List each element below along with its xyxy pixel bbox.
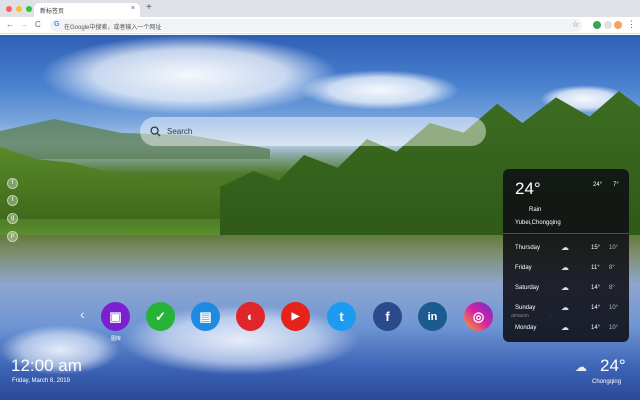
search-icon: [150, 126, 161, 137]
browser-toolbar: ← → C G 在Google中搜索，或者输入一个网址 ☆ ⋮: [0, 17, 640, 34]
app-gallery-button[interactable]: ▣: [101, 302, 130, 331]
extension-icon-2[interactable]: [604, 21, 612, 29]
twitter-icon: t: [339, 309, 344, 324]
forecast-low: 8°: [609, 285, 615, 291]
games-icon: ◐: [246, 309, 255, 324]
search-placeholder: Search: [167, 127, 193, 136]
forecast-low: 10°: [609, 245, 619, 251]
forecast-high: 14°: [591, 285, 601, 291]
app-notes-button[interactable]: ▤: [191, 302, 220, 331]
forecast-row: Saturday ☁ 14° 8°: [503, 283, 629, 297]
divider: [503, 233, 629, 234]
rain-cloud-icon: ☁: [561, 303, 569, 312]
app-gallery-label: 图库: [110, 336, 121, 342]
forecast-row: Friday ☁ 11° 8°: [503, 263, 629, 277]
tab-new-tab[interactable]: 新标签页 ×: [34, 3, 140, 17]
forecast-high: 15°: [591, 245, 601, 251]
clock-date: Friday, March 8, 2019: [12, 378, 70, 384]
gallery-icon: ▣: [109, 308, 122, 324]
tab-title: 新标签页: [40, 9, 65, 15]
high-temp: 24°: [593, 182, 603, 188]
search-box[interactable]: Search: [140, 117, 486, 146]
bottom-city: Chongqing: [592, 379, 622, 385]
forecast-low: 10°: [609, 305, 619, 311]
forecast-day: Saturday: [515, 285, 540, 291]
check-icon: ✓: [155, 308, 166, 324]
app-youtube-button[interactable]: ▶: [281, 302, 310, 331]
window-controls: [6, 6, 32, 12]
current-temp: 24°: [515, 179, 541, 198]
address-bar[interactable]: G 在Google中搜索，或者输入一个网址: [50, 19, 582, 32]
cloud: [40, 35, 340, 115]
forecast-high: 11°: [591, 265, 600, 271]
google-icon[interactable]: g: [7, 213, 18, 224]
rain-cloud-icon: ☁: [561, 323, 569, 332]
profile-avatar[interactable]: [614, 21, 622, 29]
rain-cloud-icon: ☁: [561, 243, 569, 252]
forecast-row: Monday ☁ 14° 10°: [503, 323, 629, 337]
weather-source: amazon: [511, 313, 529, 319]
address-bar-placeholder: 在Google中搜索，或者输入一个网址: [64, 25, 162, 31]
reload-icon[interactable]: C: [35, 20, 41, 30]
youtube-icon: ▶: [291, 311, 300, 322]
menu-kebab-icon[interactable]: ⋮: [627, 19, 636, 30]
weather-location: Yubei,Chongqing: [515, 220, 561, 226]
extension-icon[interactable]: [593, 21, 601, 29]
notes-icon: ▤: [199, 308, 212, 324]
bookmark-star-icon[interactable]: ☆: [572, 20, 579, 29]
forecast-day: Monday: [515, 325, 537, 331]
forecast-day: Sunday: [515, 305, 536, 311]
bottom-temp[interactable]: 24°: [600, 356, 626, 376]
tab-close-icon[interactable]: ×: [131, 5, 135, 12]
forecast-low: 8°: [609, 265, 615, 271]
weather-condition: Rain: [529, 207, 542, 213]
app-instagram-button[interactable]: ◎: [464, 302, 493, 331]
weather-panel[interactable]: 24° 24° 7° Rain Yubei,Chongqing Thursday…: [503, 169, 629, 342]
forecast-high: 14°: [591, 325, 601, 331]
pinterest-icon[interactable]: p: [7, 231, 18, 242]
app-linkedin-button[interactable]: in: [418, 302, 447, 331]
low-temp: 7°: [613, 182, 619, 188]
forecast-day: Friday: [515, 265, 532, 271]
rain-cloud-icon: ☁: [561, 263, 569, 272]
twitter-icon[interactable]: t: [7, 195, 18, 206]
tab-strip: 新标签页 × +: [0, 0, 640, 17]
close-window-button[interactable]: [6, 6, 12, 12]
facebook-icon[interactable]: f: [7, 178, 18, 189]
new-tab-button[interactable]: +: [146, 3, 152, 13]
google-icon: G: [54, 21, 60, 28]
clock-time: 12:00 am: [11, 356, 82, 375]
cloud: [300, 70, 460, 110]
forecast-low: 10°: [609, 325, 619, 331]
app-facebook-button[interactable]: f: [373, 302, 402, 331]
apps-prev-icon[interactable]: ‹: [80, 306, 85, 322]
back-icon[interactable]: ←: [6, 20, 14, 30]
linkedin-icon: in: [427, 310, 438, 323]
forward-icon[interactable]: →: [20, 20, 28, 30]
app-tasks-button[interactable]: ✓: [146, 302, 175, 331]
facebook-icon: f: [385, 309, 390, 324]
forecast-high: 14°: [591, 305, 601, 311]
maximize-window-button[interactable]: [26, 6, 32, 12]
forecast-day: Thursday: [515, 245, 541, 251]
app-games-button[interactable]: ◐: [236, 302, 265, 331]
rain-cloud-icon: ☁: [561, 283, 569, 292]
cloud-icon: ☁: [575, 360, 587, 374]
minimize-window-button[interactable]: [16, 6, 22, 12]
instagram-icon: ◎: [472, 308, 485, 324]
forecast-row: Thursday ☁ 15° 10°: [503, 243, 629, 257]
app-twitter-button[interactable]: t: [327, 302, 356, 331]
